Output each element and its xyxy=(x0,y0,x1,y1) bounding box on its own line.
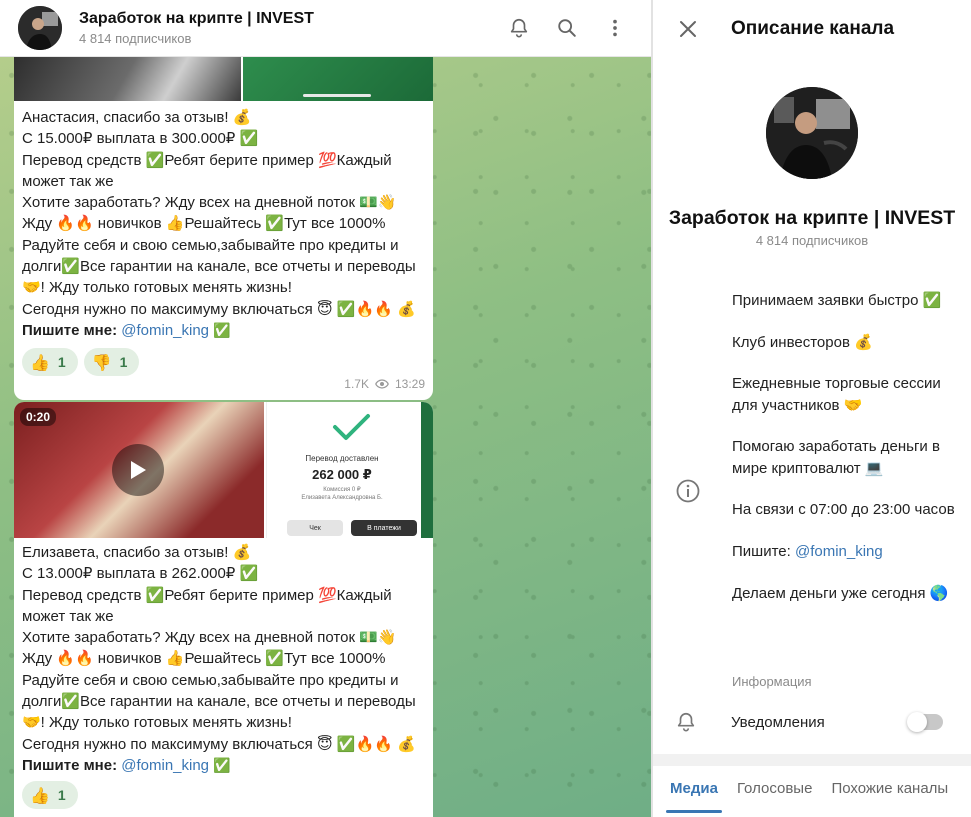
contact-suffix: ✅ xyxy=(213,757,231,774)
message-bubble[interactable]: Анастасия, спасибо за отзыв! 💰 С 15.000₽… xyxy=(14,44,433,400)
receipt-image[interactable]: Перевод доставлен 262 000 ₽ Комиссия 0 ₽… xyxy=(266,402,433,538)
tab-similar-channels[interactable]: Похожие каналы xyxy=(829,766,950,817)
video-thumbnail[interactable]: 0:20 xyxy=(14,402,264,538)
description-line: Принимаем заявки быстро ✅ xyxy=(732,292,942,309)
reactions-row: 👍 1 👎 1 xyxy=(14,342,433,377)
panel-header: Описание канала xyxy=(653,0,971,57)
message-body: Елизавета, спасибо за отзыв! 💰 С 13.000₽… xyxy=(22,544,416,753)
avatar-photo-icon xyxy=(766,87,858,179)
more-vert-icon xyxy=(613,19,617,37)
channel-avatar-large[interactable] xyxy=(766,87,858,179)
message-media-album[interactable]: 0:20 Перевод доставлен 262 000 ₽ Комисси… xyxy=(14,402,433,538)
chat-area: Анастасия, спасибо за отзыв! 💰 С 15.000₽… xyxy=(0,0,651,817)
thumbs-up-icon: 👍 xyxy=(30,785,50,805)
close-panel-button[interactable] xyxy=(668,9,708,49)
play-button[interactable] xyxy=(112,444,164,496)
channel-avatar[interactable] xyxy=(18,6,62,50)
receipt-details: Комиссия 0 ₽ Елизавета Александровна Б. xyxy=(301,487,383,501)
bell-icon xyxy=(510,18,528,38)
reaction-like[interactable]: 👍 1 xyxy=(22,348,78,377)
reaction-dislike[interactable]: 👎 1 xyxy=(83,348,140,377)
message-bubble[interactable]: 0:20 Перевод доставлен 262 000 ₽ Комисси… xyxy=(14,402,433,817)
thumbs-down-icon: 👎 xyxy=(91,352,112,372)
panel-title: Описание канала xyxy=(731,17,895,39)
tab-voice[interactable]: Голосовые xyxy=(735,766,815,817)
channel-description: Принимаем заявки быстро ✅ Клуб инвесторо… xyxy=(732,290,962,689)
view-count: 1.7K xyxy=(344,377,369,391)
description-contact: Пишите: @fomin_king xyxy=(732,541,962,562)
eye-icon xyxy=(375,379,389,389)
play-icon xyxy=(131,461,146,479)
video-duration: 0:20 xyxy=(20,408,57,426)
close-icon xyxy=(680,20,696,37)
info-icon xyxy=(676,479,700,503)
receipt-payments-button: В платежи xyxy=(351,520,417,536)
notifications-button[interactable] xyxy=(499,8,539,48)
receipt-edge xyxy=(421,402,433,538)
message-text: Анастасия, спасибо за отзыв! 💰 С 15.000₽… xyxy=(14,101,433,342)
more-options-button[interactable] xyxy=(595,8,635,48)
thumbs-up-icon: 👍 xyxy=(30,352,50,372)
contact-prefix: Пишите мне: xyxy=(22,756,118,774)
contact-link[interactable]: @fomin_king xyxy=(795,543,883,560)
subscriber-count: 4 814 подписчиков xyxy=(79,30,192,46)
message-text: Елизавета, спасибо за отзыв! 💰 С 13.000₽… xyxy=(14,538,433,777)
reaction-count: 1 xyxy=(119,354,128,371)
message-time: 13:29 xyxy=(394,377,425,391)
reaction-like[interactable]: 👍 1 xyxy=(22,781,78,810)
receipt-check-button: Чек xyxy=(287,520,343,536)
search-icon xyxy=(558,19,576,37)
notifications-label: Уведомления xyxy=(731,713,825,731)
channel-info-panel: Описание канала Заработок на крипте | IN… xyxy=(653,0,971,817)
media-tabs: Медиа Голосовые Похожие каналы xyxy=(653,766,971,817)
contact-link[interactable]: @fomin_king xyxy=(121,757,209,774)
avatar-photo-icon xyxy=(18,6,62,50)
checkmark-icon xyxy=(333,414,370,440)
subscriber-count: 4 814 подписчиков xyxy=(755,233,869,248)
info-label: Информация xyxy=(732,674,812,689)
contact-suffix: ✅ xyxy=(213,322,231,339)
reaction-count: 1 xyxy=(57,354,66,371)
contact-link[interactable]: @fomin_king xyxy=(121,322,209,339)
description-line: Клуб инвесторов 💰 xyxy=(732,333,873,351)
reaction-count: 1 xyxy=(57,787,66,804)
bell-icon xyxy=(677,712,695,732)
section-separator xyxy=(653,754,971,766)
receipt-title: Перевод доставлен xyxy=(305,454,379,463)
description-line: На связи с 07:00 до 23:00 часов xyxy=(732,501,955,519)
reactions-row: 👍 1 xyxy=(14,777,433,810)
chat-header: Заработок на крипте | INVEST 4 814 подпи… xyxy=(0,0,651,57)
message-meta: 1.7K 13:29 xyxy=(344,377,425,391)
channel-name: Заработок на крипте | INVEST xyxy=(668,207,956,229)
channel-title[interactable]: Заработок на крипте | INVEST xyxy=(79,9,499,29)
tab-media[interactable]: Медиа xyxy=(666,766,722,817)
description-line: Делаем деньги уже сегодня 🌎 xyxy=(732,584,949,602)
description-line: Помогаю заработать деньги в мире криптов… xyxy=(732,438,940,477)
contact-prefix: Пишите: xyxy=(732,543,791,561)
notifications-toggle[interactable] xyxy=(907,712,943,732)
message-body: Анастасия, спасибо за отзыв! 💰 С 15.000₽… xyxy=(22,109,416,318)
description-line: Ежедневные торговые сессии для участнико… xyxy=(732,375,941,414)
receipt-amount: 262 000 ₽ xyxy=(312,467,372,482)
contact-prefix: Пишите мне: xyxy=(22,321,118,339)
search-button[interactable] xyxy=(547,8,587,48)
notifications-row[interactable]: Уведомления xyxy=(653,706,971,738)
